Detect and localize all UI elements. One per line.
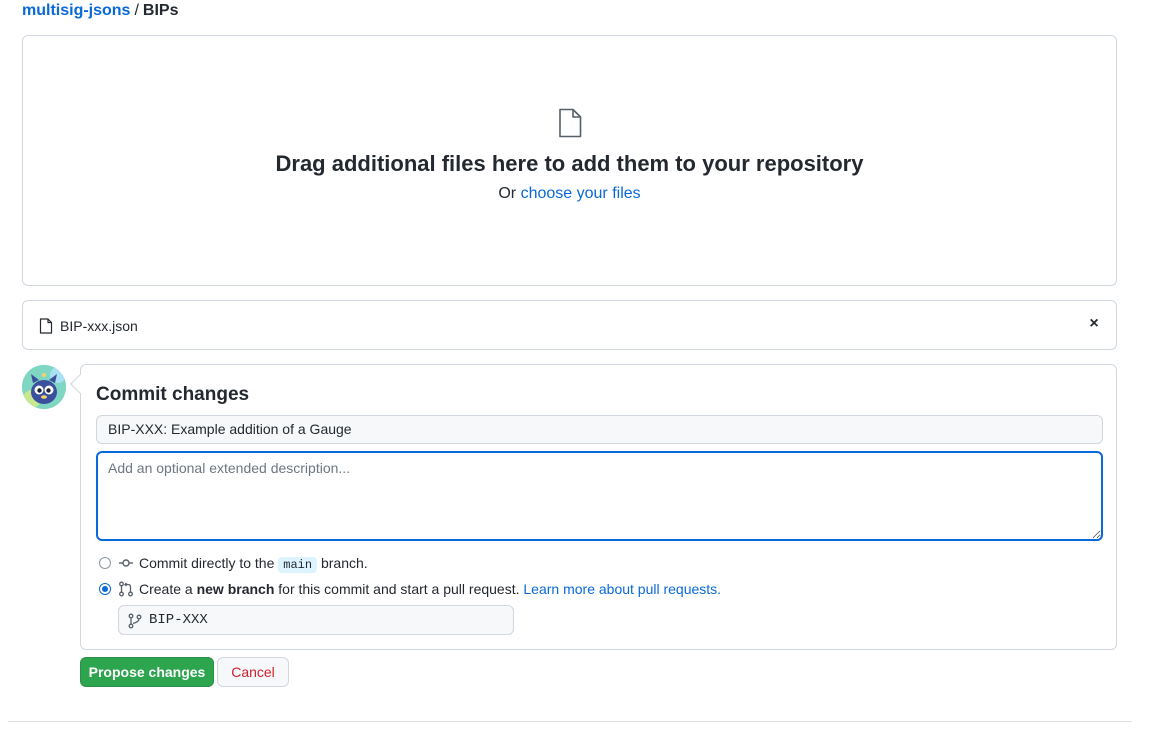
new-branch-middle: for this commit and start a pull request… [278, 581, 520, 597]
dropzone-subtitle: Or choose your files [23, 184, 1116, 204]
file-name: BIP-xxx.json [60, 318, 138, 334]
commit-form: Commit changes BIP-XXX: Example addition… [70, 364, 1117, 650]
commit-summary-input[interactable]: BIP-XXX: Example addition of a Gauge [96, 415, 1103, 444]
commit-description-input[interactable] [96, 451, 1103, 541]
commit-heading: Commit changes [96, 384, 250, 405]
new-branch-prefix: Create a [139, 581, 193, 597]
cancel-button[interactable]: Cancel [217, 657, 289, 687]
commit-form-caret [70, 374, 90, 394]
dropzone-prefix: Or [498, 185, 517, 202]
commit-icon [119, 559, 133, 567]
new-branch-bold: new branch [196, 581, 275, 597]
uploaded-file-row: BIP-xxx.json × [22, 300, 1117, 350]
breadcrumb-separator: / [134, 2, 139, 19]
file-icon [39, 318, 53, 334]
footer-divider [8, 721, 1132, 722]
branch-name-field[interactable] [118, 605, 514, 635]
breadcrumb: multisig-jsons / BIPs [22, 1, 178, 21]
close-icon[interactable]: × [1086, 316, 1102, 332]
file-icon [559, 108, 582, 138]
learn-more-link[interactable]: Learn more about pull requests. [523, 581, 721, 597]
avatar[interactable] [22, 365, 66, 409]
branch-code: main [278, 557, 318, 573]
commit-direct-prefix: Commit directly to the [139, 555, 275, 571]
new-branch-option[interactable]: Create a new branch for this commit and … [99, 579, 799, 599]
commit-direct-label: Commit directly to the main branch. [139, 553, 368, 575]
commit-direct-suffix: branch. [320, 555, 368, 571]
commit-direct-radio[interactable] [99, 557, 111, 569]
branch-name-input[interactable] [147, 609, 497, 631]
propose-changes-button[interactable]: Propose changes [80, 657, 214, 687]
pull-request-icon [119, 581, 133, 597]
new-branch-label: Create a new branch for this commit and … [139, 579, 721, 599]
folder-name: BIPs [142, 2, 179, 19]
dropzone-title: Drag additional files here to add them t… [275, 151, 864, 176]
avatar-image [22, 365, 66, 409]
commit-direct-option[interactable]: Commit directly to the main branch. [99, 553, 499, 573]
new-branch-radio[interactable] [99, 583, 111, 595]
branch-icon [128, 613, 142, 629]
repo-link[interactable]: multisig-jsons [22, 2, 130, 19]
file-dropzone[interactable]: Drag additional files here to add them t… [22, 35, 1117, 286]
choose-files-link[interactable]: choose your files [521, 185, 641, 202]
